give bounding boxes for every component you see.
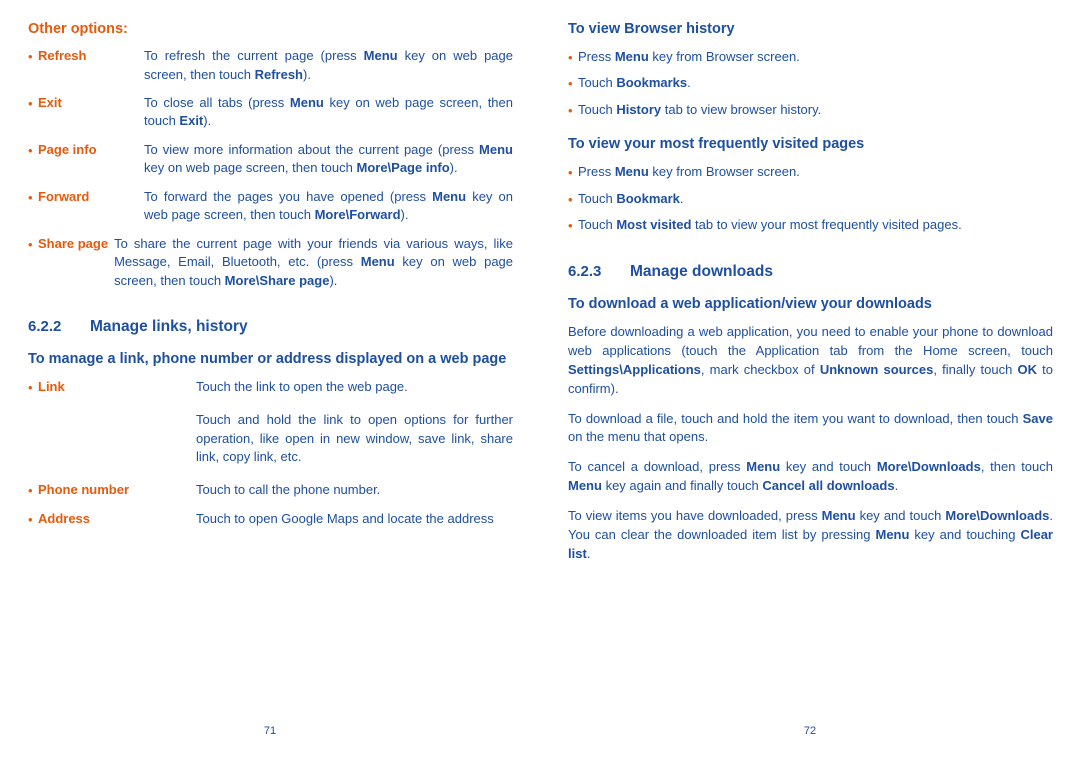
bullet-icon: • [28,189,33,205]
section-heading-622: 6.2.2 Manage links, history [28,318,513,336]
page-number-left: 71 [263,725,277,737]
list-item-text: Touch Bookmarks. [578,75,691,91]
term-label: Share page [38,235,109,251]
bullet-icon: • [568,191,573,207]
section-title: Manage downloads [630,263,773,281]
term-label: Forward [38,188,90,204]
frequent-pages-list: • Press Menu key from Browser screen. • … [568,163,1053,235]
page-left: Other options: • Refresh To refresh the … [0,0,540,767]
downloads-paragraph: Before downloading a web application, yo… [568,324,1053,396]
list-item: • Share page To share the current page w… [28,235,513,290]
bullet-icon: • [28,142,33,158]
term-label: Exit [38,95,62,111]
bullet-icon: • [568,102,573,118]
list-item-text: Press Menu key from Browser screen. [578,48,800,64]
list-item: • Touch Bookmarks. [568,74,1053,93]
browser-history-heading: To view Browser history [568,21,735,37]
list-item-text: Press Menu key from Browser screen. [578,164,800,180]
downloads-paragraph: To cancel a download, press Menu key and… [568,459,1053,494]
term-label: Link [38,378,65,394]
list-item: • Exit To close all tabs (press Menu key… [28,94,513,131]
list-item: • Press Menu key from Browser screen. [568,163,1053,182]
section-title: Manage links, history [90,318,248,336]
list-item-text: Touch Most visited tab to view your most… [578,216,962,232]
term-label: Page info [38,141,97,157]
downloads-paragraph: To view items you have downloaded, press… [568,508,1054,561]
term-description: To refresh the current page (press Menu … [144,48,513,82]
bullet-icon: • [568,165,573,181]
list-item: • Forward To forward the pages you have … [28,188,513,225]
bullet-icon: • [28,512,33,528]
bullet-spacer [28,411,38,430]
term-description: To view more information about the curre… [144,141,513,176]
term-description: Touch and hold the link to open options … [196,412,513,465]
list-item: • Touch Bookmark. [568,190,1053,209]
term-label: Address [38,511,91,527]
downloads-heading: To download a web application/view your … [568,296,932,313]
term-description: To share the current page with your frie… [114,235,514,288]
bullet-icon: • [568,76,573,92]
list-item: • Refresh To refresh the current page (p… [28,47,513,84]
section-number: 6.2.3 [568,263,602,281]
page-right: To view Browser history • Press Menu key… [540,0,1080,767]
term-label: Phone number [38,481,130,497]
bullet-icon: • [28,482,33,498]
other-options-list: • Refresh To refresh the current page (p… [28,47,513,290]
other-options-heading: Other options: [28,21,128,37]
bullet-icon: • [568,49,573,65]
list-item-text: Touch Bookmark. [578,190,684,206]
list-item: • Touch Most visited tab to view your mo… [568,216,1053,235]
list-item: • Page info To view more information abo… [28,141,513,178]
section-heading-623: 6.2.3 Manage downloads [568,263,1053,281]
browser-history-list: • Press Menu key from Browser screen. • … [568,48,1053,120]
list-item: • Touch History tab to view browser hist… [568,101,1053,120]
frequent-pages-heading: To view your most frequently visited pag… [568,136,865,153]
manage-link-heading: To manage a link, phone number or addres… [28,351,507,368]
list-item: Touch and hold the link to open options … [28,411,513,466]
list-item: • Link Touch the link to open the web pa… [28,378,513,397]
list-item-text: Touch History tab to view browser histor… [578,101,822,117]
manage-link-list: • Link Touch the link to open the web pa… [28,378,513,530]
list-item: • Address Touch to open Google Maps and … [28,510,513,529]
bullet-icon: • [28,49,33,65]
bullet-icon: • [28,96,33,112]
term-description: To forward the pages you have opened (pr… [144,188,513,223]
list-item: • Press Menu key from Browser screen. [568,48,1053,67]
bullet-icon: • [28,236,33,252]
section-number: 6.2.2 [28,318,62,336]
term-description: Touch the link to open the web page. [196,378,408,394]
term-description: Touch to open Google Maps and locate the… [196,511,494,527]
page-number-right: 72 [803,725,817,737]
bullet-icon: • [28,379,33,395]
downloads-paragraph: To download a file, touch and hold the i… [568,410,1053,445]
list-item: • Phone number Touch to call the phone n… [28,481,513,500]
bullet-icon: • [568,217,573,233]
term-description: To close all tabs (press Menu key on web… [144,95,513,129]
term-description: Touch to call the phone number. [196,481,381,497]
term-label: Refresh [38,48,87,64]
